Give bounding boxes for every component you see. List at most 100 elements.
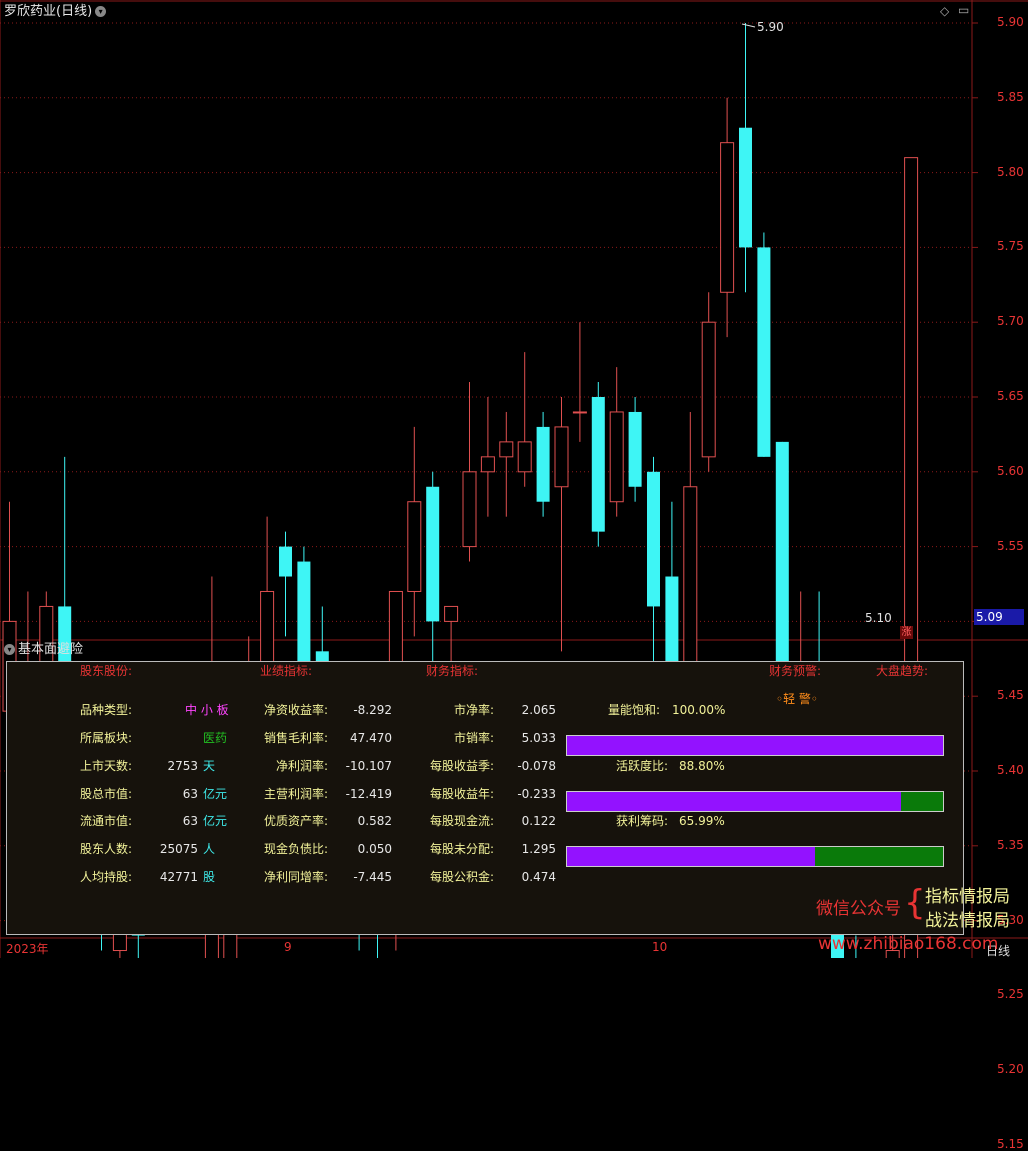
performance-value: -12.419 [345,787,392,801]
candle-body-up [554,426,569,488]
shareholder-unit: 人 [203,842,216,856]
candle-body-up [609,411,624,503]
price-tick-label: 5.45 [997,688,1024,703]
finance-label: 每股收益年: [429,787,494,801]
header-warning: 财务预警: [769,664,822,678]
warning-level: ◦轻 警◦ [776,692,818,706]
candle-body-down [591,397,605,532]
performance-label: 现金负债比: [263,842,328,856]
price-tick-label: 5.35 [997,837,1024,852]
shareholder-label: 股东人数: [80,842,133,856]
performance-label: 销售毛利率: [263,731,328,745]
shareholder-label: 品种类型: [80,703,133,717]
performance-label: 优质资产率: [263,814,328,828]
watermark-brand1: 指标情报局 [925,887,1010,907]
finance-value: 0.474 [521,870,556,884]
price-tick-label: 5.75 [997,239,1024,254]
progress-fill-volume [567,736,943,755]
finance-label: 每股现金流: [429,814,494,828]
candle-body-up [462,471,477,548]
candle-body-up [683,486,698,682]
finance-label: 市净率: [453,703,494,717]
performance-label: 净利同增率: [263,870,328,884]
brace-symbol: { [904,883,926,923]
candle-body-down [647,471,660,607]
bar-value-activity: 88.80% [679,759,725,773]
bar-label-profit: 获利筹码: [616,814,669,828]
price-tick-label: 5.15 [997,1137,1024,1151]
header-market: 大盘趋势: [876,664,929,678]
shareholder-value: 25075 [159,842,198,856]
price-tick-label: 5.55 [997,538,1024,553]
candle-body-up [407,501,422,592]
bar-value-profit: 65.99% [679,814,725,828]
candle-body-up [517,441,532,473]
watermark-site: www.zhibiao168.com [818,934,999,954]
high-price-label: 5.90 [757,20,784,34]
watermark-brand2: 战法情报局 [925,911,1010,931]
shareholder-unit: 中 小 板 [185,703,229,717]
window-icon[interactable]: ▭ [958,3,969,17]
progress-bar-activity [566,791,944,812]
progress-fill-activity [567,792,901,811]
diamond-icon[interactable]: ◇ [940,4,949,18]
finance-label: 每股公积金: [429,870,494,884]
finance-value: 1.295 [521,842,556,856]
candle-body-up [701,321,716,458]
finance-value: 0.122 [521,814,556,828]
bar-label-activity: 活跃度比: [616,759,669,773]
progress-bar-profit [566,846,944,867]
performance-value: 0.050 [357,842,392,856]
performance-value: 47.470 [350,731,392,745]
finance-value: 5.033 [521,731,556,745]
shareholder-label: 上市天数: [80,759,133,773]
price-tick-label: 5.40 [997,763,1024,777]
candle-body-up [480,456,495,473]
shareholder-value: 63 [182,787,198,801]
shareholder-unit: 股 [203,870,216,884]
performance-label: 净资收益率: [263,703,328,717]
performance-value: -10.107 [345,759,392,773]
shareholder-label: 股总市值: [80,787,133,801]
x-axis-month-10: 10 [652,940,668,954]
chevron-down-icon[interactable]: ▾ [95,6,107,17]
chart-title[interactable]: 罗欣药业(日线) ▾ [4,4,107,20]
bar-label-volume: 量能饱和: [608,703,661,717]
candle-body-down [775,441,789,682]
price-tick-label: 5.60 [997,463,1024,478]
price-tick-label: 5.25 [997,987,1024,1002]
progress-bar-volume [566,735,944,756]
price-tick-label: 5.65 [997,389,1024,403]
limit-up-badge: 涨 [900,626,913,639]
finance-value: 2.065 [521,703,556,717]
candle-body-up [499,441,514,458]
shareholder-label: 流通市值: [80,814,133,828]
high-pointer [741,23,756,28]
performance-value: 0.582 [357,814,392,828]
finance-label: 市销率: [453,731,494,745]
candle-body-down [426,486,440,622]
panel-title[interactable]: ▾ 基本面避险 [4,642,83,658]
shareholder-unit: 亿元 [203,787,228,801]
shareholder-unit: 亿元 [203,814,228,828]
shareholder-label: 所属板块: [80,731,133,745]
finance-value: -0.233 [517,787,556,801]
header-performance: 业绩指标: [260,664,313,678]
watermark-wechat: 微信公众号 [816,899,901,919]
performance-label: 主营利润率: [263,787,328,801]
shareholder-value: 2753 [167,759,198,773]
candle-body-down [297,561,311,667]
candle-body-up [720,142,735,293]
chevron-down-icon[interactable]: ▾ [4,644,15,655]
shareholder-label: 人均持股: [80,870,133,884]
candle-body-down [739,127,752,248]
price-tick-label: 5.70 [997,314,1024,329]
shareholder-unit: 医药 [203,731,228,745]
bar-value-volume: 100.00% [672,703,726,717]
finance-value: -0.078 [517,759,556,773]
performance-value: -8.292 [353,703,392,717]
candle-body-down [628,411,642,487]
header-finance: 财务指标: [426,664,479,678]
price-tick-label: 5.20 [997,1062,1024,1077]
performance-label: 净利润率: [275,759,328,773]
